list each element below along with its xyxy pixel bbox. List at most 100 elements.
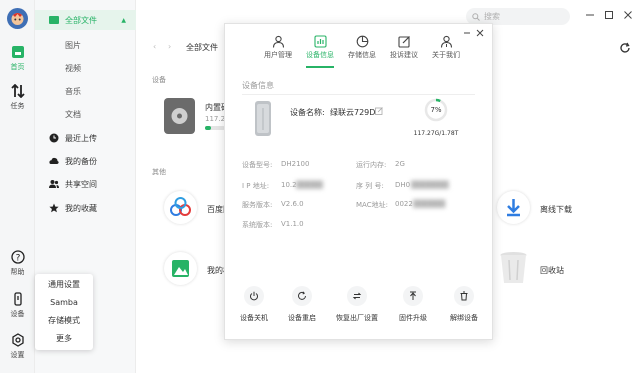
baidu-cloud-icon[interactable] (164, 191, 197, 224)
menu-storage-mode[interactable]: 存储模式 (35, 312, 93, 330)
dialog-close-icon[interactable] (475, 28, 485, 38)
unbind-device-button[interactable]: 解绑设备 (439, 286, 489, 323)
nav-backup[interactable]: 我的备份 (35, 151, 136, 171)
refresh-icon[interactable] (619, 42, 631, 54)
about-icon (440, 35, 453, 48)
ip-value: 10.2 (281, 181, 297, 189)
rail-tasks[interactable]: 任务 (0, 84, 35, 111)
tab-user-management-label: 用户管理 (264, 51, 292, 59)
nav-all-files[interactable]: 全部文件 ▲ (35, 10, 136, 30)
rail-device[interactable]: 设备 (0, 292, 35, 319)
unbind-device-label: 解绑设备 (450, 314, 478, 322)
help-icon: ? (10, 250, 25, 264)
search-placeholder: 搜索 (484, 12, 500, 21)
settings-popup-menu: 通用设置 Samba 存储模式 更多 (35, 274, 93, 350)
close-icon[interactable] (622, 9, 634, 21)
service-version-label: 服务版本: (242, 201, 273, 209)
photo-album-icon[interactable] (164, 252, 197, 285)
nav-sub-pictures[interactable]: 图片 (65, 40, 81, 51)
breadcrumb: 全部文件 (186, 43, 218, 52)
system-version-value: V1.1.0 (281, 220, 304, 228)
transfer-icon (10, 84, 25, 98)
download-icon[interactable] (497, 191, 530, 224)
menu-more[interactable]: 更多 (35, 330, 93, 348)
nav-sub-music[interactable]: 音乐 (65, 86, 81, 97)
firmware-upgrade-label: 固件升级 (399, 314, 427, 322)
clock-icon (49, 133, 59, 143)
tab-device-info-label: 设备信息 (306, 51, 334, 59)
group-icon (49, 179, 59, 189)
back-arrow-icon[interactable]: ‹ (153, 42, 156, 51)
section-other-label: 其他 (152, 168, 166, 176)
factory-reset-label: 恢复出厂设置 (336, 314, 378, 322)
maximize-icon[interactable] (603, 9, 615, 21)
edit-icon[interactable] (375, 107, 383, 115)
caret-up-icon: ▲ (121, 16, 126, 24)
divider (242, 94, 475, 95)
mac-value: 0022 (395, 200, 413, 208)
rail-tasks-label: 任务 (10, 102, 25, 110)
nav-shared[interactable]: 共享空间 (35, 174, 136, 194)
mac-label: MAC地址: (356, 201, 388, 209)
shutdown-button[interactable]: 设备关机 (229, 286, 279, 323)
service-version-value: V2.6.0 (281, 200, 304, 208)
menu-general-settings[interactable]: 通用设置 (35, 276, 93, 294)
nav-sub-docs[interactable]: 文档 (65, 109, 81, 120)
tab-feedback[interactable]: 投诉建议 (383, 35, 425, 65)
nav-shared-label: 共享空间 (65, 179, 97, 189)
firmware-upgrade-button[interactable]: 固件升级 (388, 286, 438, 323)
serial-value: DH0 (395, 181, 411, 189)
trash-icon (459, 291, 469, 301)
forward-arrow-icon[interactable]: › (168, 42, 171, 51)
tab-about-label: 关于我们 (432, 51, 460, 59)
minimize-icon[interactable] (584, 9, 596, 21)
nav-sub-videos[interactable]: 视频 (65, 63, 81, 74)
rail-home-label: 首页 (10, 63, 25, 71)
section-title: 设备信息 (242, 81, 274, 90)
tab-storage-info-label: 存储信息 (348, 51, 376, 59)
shutdown-label: 设备关机 (240, 314, 268, 322)
search-icon (472, 12, 480, 21)
tab-about[interactable]: 关于我们 (425, 35, 467, 65)
restart-label: 设备重启 (288, 314, 316, 322)
svg-text:?: ? (15, 254, 20, 264)
rail-help[interactable]: ? 帮助 (0, 250, 35, 277)
power-icon (249, 291, 259, 301)
usage-percent: 7% (430, 106, 442, 114)
nav-recent[interactable]: 最近上传 (35, 128, 136, 148)
factory-reset-button[interactable]: 恢复出厂设置 (332, 286, 382, 323)
tab-storage-info[interactable]: 存储信息 (341, 35, 383, 65)
device-info-dialog: 用户管理 设备信息 存储信息 投诉建议 关于我们 设备信息 设备名称: 绿联云7… (224, 23, 493, 340)
device-name-value: 绿联云729D (330, 108, 376, 117)
menu-samba[interactable]: Samba (35, 294, 93, 312)
trash-bin-icon[interactable] (497, 250, 530, 285)
upload-icon (408, 291, 418, 301)
rail-settings-label: 设置 (10, 351, 25, 359)
tab-feedback-label: 投诉建议 (390, 51, 418, 59)
device-icon (11, 292, 25, 306)
nav-backup-label: 我的备份 (65, 156, 97, 166)
icon-rail: 首页 任务 ? 帮助 设备 设置 (0, 0, 35, 373)
nav-recent-label: 最近上传 (65, 133, 97, 143)
restart-button[interactable]: 设备重启 (277, 286, 327, 323)
nav-all-files-label: 全部文件 (65, 15, 97, 25)
tab-user-management[interactable]: 用户管理 (257, 35, 299, 65)
tile-download-label[interactable]: 离线下载 (540, 204, 572, 215)
rail-home[interactable]: 首页 (0, 45, 35, 72)
user-icon (272, 35, 285, 48)
home-icon (11, 45, 25, 59)
storage-pie-icon (356, 35, 369, 48)
rail-help-label: 帮助 (10, 268, 25, 276)
section-device-label: 设备 (152, 76, 166, 84)
disk-icon[interactable] (164, 98, 195, 134)
nav-favorites[interactable]: 我的收藏 (35, 198, 136, 218)
avatar[interactable] (7, 8, 28, 29)
rail-device-label: 设备 (10, 310, 25, 318)
folder-icon (49, 15, 59, 25)
serial-blurred: ███████ (411, 181, 449, 189)
ip-label: I P 地址: (242, 182, 270, 190)
tile-recycle-label[interactable]: 回收站 (540, 265, 564, 276)
tab-device-info[interactable]: 设备信息 (299, 35, 341, 68)
mac-blurred: ██████ (413, 200, 446, 208)
rail-settings[interactable]: 设置 (0, 333, 35, 360)
